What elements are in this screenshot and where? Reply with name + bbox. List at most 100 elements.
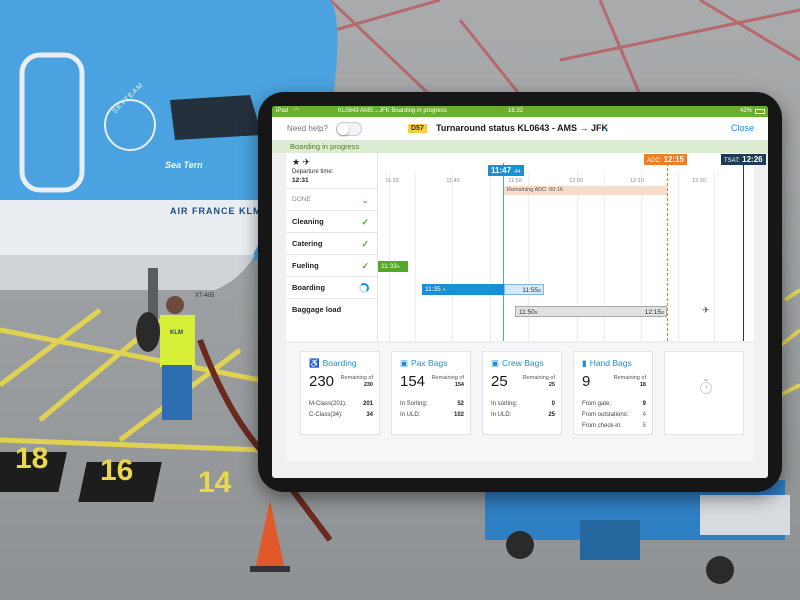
battery-icon: [755, 109, 765, 114]
check-icon: ✓: [361, 239, 369, 249]
task-row-fueling[interactable]: Fueling ✓: [286, 255, 377, 277]
crew-bags-card[interactable]: ▣ Crew Bags 25 Remaining of 25 In sorting:…: [482, 351, 562, 435]
detail-key: In sorting:: [491, 401, 518, 407]
detail-value: 102: [453, 412, 464, 418]
adc-time: 12:15: [663, 155, 685, 164]
remaining-label: Remaining of: [613, 375, 646, 381]
status-flight-route: KL0643 AMS→JFK Boarding in progress: [338, 108, 447, 114]
boarding-scheduled-bar[interactable]: 11:55S: [504, 284, 544, 295]
close-button[interactable]: Close: [731, 123, 754, 133]
remaining-value: 25: [548, 382, 555, 388]
time-tick: 12:20: [692, 178, 706, 184]
current-time: 11:47: [491, 166, 512, 175]
detail-key: In Sorting:: [400, 401, 428, 407]
aircraft-name: Sea Tern: [165, 160, 203, 170]
card-title-text: Pax Bags: [411, 358, 448, 368]
time-tick: 11:30: [385, 178, 399, 184]
departure-label: Departure time:: [292, 169, 334, 175]
detail-key: From outstations:: [582, 412, 629, 418]
status-bar: iPad ◠ KL0643 AMS→JFK Boarding in progre…: [272, 106, 768, 117]
scheduled-flag: S: [534, 310, 538, 315]
page-title[interactable]: Turnaround status KL0643 - AMS → JFK: [436, 123, 608, 133]
gridline: [389, 173, 390, 341]
crew-bags-remaining: Remaining of 25: [523, 375, 555, 389]
aircraft-livery-text: AIR FRANCE KLM: [170, 206, 262, 216]
suitcase-icon: ▣: [400, 358, 409, 368]
pax-bags-card-title: ▣ Pax Bags: [400, 358, 447, 369]
plane-icon: ✈: [702, 305, 710, 315]
boarding-count: 230: [309, 373, 335, 390]
tablet-device: iPad ◠ KL0643 AMS→JFK Boarding in progre…: [258, 92, 782, 492]
task-row-boarding[interactable]: Boarding: [286, 277, 377, 299]
fueling-bar[interactable]: 11:33A: [378, 261, 408, 272]
pax-bags-remaining: Remaining of 154: [432, 375, 464, 389]
detail-key: From gate:: [582, 401, 612, 407]
detail-value: 34: [366, 412, 373, 418]
need-help-toggle[interactable]: [336, 122, 362, 136]
suitcase-icon: ▣: [491, 358, 500, 368]
remaining-adc-text: Remaining ADC: 00:16: [507, 187, 563, 193]
task-row-cleaning[interactable]: Cleaning ✓: [286, 211, 377, 233]
pax-bags-card[interactable]: ▣ Pax Bags 154 Remaining of 154 In Sorting…: [391, 351, 471, 435]
stopwatch-icon: [700, 379, 712, 394]
departure-time: 12:31: [292, 177, 309, 184]
stand-number-16: 16: [100, 454, 134, 487]
tsat-label: TSAT:: [724, 158, 740, 164]
task-name: Catering: [292, 239, 323, 248]
baggage-load-bar[interactable]: 11:50S 12:15S: [515, 306, 667, 317]
gridline: [415, 173, 416, 341]
done-label: DONE: [292, 196, 311, 203]
chevron-down-icon[interactable]: ⌄: [602, 122, 610, 133]
vest-text: KLM: [170, 330, 183, 336]
tsat-marker: TSAT: 12:26: [721, 154, 766, 165]
hand-bags-card[interactable]: ▮ Hand Bags 9 Remaining of 18 From gate: 9 …: [573, 351, 653, 435]
current-time-marker: 11:47 -44: [488, 165, 524, 176]
task-row-baggage-load[interactable]: Baggage load: [286, 299, 377, 321]
turnaround-app-screen: iPad ◠ KL0643 AMS→JFK Boarding in progre…: [272, 106, 768, 478]
adc-label: ADC:: [647, 158, 662, 164]
tsat-time: 12:26: [742, 155, 763, 164]
task-row-catering[interactable]: Catering ✓: [286, 233, 377, 255]
task-name: Cleaning: [292, 217, 324, 226]
turnaround-timeline: ★ ✈ Departure time: 12:31 DONE ⌄ Cleanin…: [286, 153, 766, 341]
wifi-icon: ◠: [294, 108, 300, 114]
timer-card[interactable]: [664, 351, 744, 435]
card-title-text: Boarding: [322, 358, 357, 368]
task-column: ★ ✈ Departure time: 12:31 DONE ⌄ Cleanin…: [286, 153, 378, 341]
hand-bags-card-title: ▮ Hand Bags: [582, 358, 632, 369]
app-header: Need help? D57 Turnaround status KL0643 …: [272, 117, 768, 141]
detail-key: C-Class(34):: [309, 412, 343, 418]
task-name: Fueling: [292, 261, 319, 270]
hand-bags-count: 9: [582, 373, 591, 390]
pax-bags-count: 154: [400, 373, 426, 390]
boarding-card-title: ♿ Boarding: [309, 358, 357, 369]
detail-value: 25: [548, 412, 555, 418]
gate-badge: D57: [408, 124, 427, 133]
status-time: 16:32: [508, 108, 524, 114]
summary-cards: ♿ Boarding 230 Remaining of 230 M-Class(20…: [286, 343, 754, 461]
stand-number-14: 14: [198, 466, 232, 499]
gridline: [490, 173, 491, 341]
done-section-toggle[interactable]: DONE ⌄: [286, 189, 377, 211]
aircraft-registration: XT-405: [195, 293, 215, 299]
crew-bags-count: 25: [491, 373, 508, 390]
card-title-text: Crew Bags: [502, 358, 544, 368]
detail-key: M-Class(201):: [309, 401, 347, 407]
remaining-value: 18: [639, 382, 646, 388]
wheelchair-icon: ♿: [309, 358, 320, 368]
boarding-card[interactable]: ♿ Boarding 230 Remaining of 230 M-Class(20…: [300, 351, 380, 435]
hand-bags-remaining: Remaining of 18: [614, 375, 646, 389]
baggage-start-time: 11:50: [519, 309, 535, 316]
in-progress-spinner-icon: [359, 283, 369, 293]
need-help-label: Need help?: [287, 124, 328, 133]
gridline: [678, 173, 679, 341]
battery-level: 42%: [739, 108, 752, 114]
detail-value: 201: [362, 401, 373, 407]
boarding-start-time: 11:35: [425, 286, 441, 293]
phase-banner: Boarding in progress: [272, 141, 768, 153]
stand-number-18: 18: [15, 442, 49, 475]
scheduled-flag: S: [537, 288, 541, 293]
boarding-actual-bar[interactable]: 11:35 A: [422, 284, 504, 295]
gridline: [714, 173, 715, 341]
task-name: Boarding: [292, 283, 325, 292]
